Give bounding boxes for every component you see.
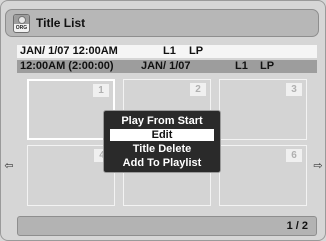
title-info-row-1: JAN/ 1/07 12:00AM L1 LP <box>17 45 317 58</box>
page-indicator: 1 / 2 <box>286 220 308 232</box>
menu-item-title-delete[interactable]: Title Delete <box>110 143 214 155</box>
title-thumbnail-4[interactable]: 4 <box>27 145 115 206</box>
recording-time-length: 12:00AM (2:00:00) <box>20 60 114 72</box>
recording-channel: L1 <box>235 60 248 72</box>
arrow-right-icon[interactable]: ⇨ <box>313 160 323 172</box>
title-list-screen: ORG Title List JAN/ 1/07 12:00AM L1 LP 1… <box>0 0 326 241</box>
title-number: 6 <box>286 149 302 162</box>
title-thumbnail-6[interactable]: 6 <box>219 145 307 206</box>
footer-bar: 1 / 2 <box>17 216 317 236</box>
title-bar: ORG Title List <box>5 9 319 37</box>
recording-mode: LP <box>260 60 275 72</box>
menu-item-add-to-playlist[interactable]: Add To Playlist <box>110 157 214 169</box>
title-thumbnail-1[interactable]: 1 <box>27 79 115 140</box>
title-number: 2 <box>190 83 206 96</box>
menu-item-play-from-start[interactable]: Play From Start <box>110 115 214 127</box>
recording-datetime: JAN/ 1/07 12:00AM <box>20 45 118 57</box>
page-title: Title List <box>36 16 86 30</box>
title-info-row-2: 12:00AM (2:00:00) JAN/ 1/07 L1 LP <box>17 60 317 73</box>
arrow-left-icon[interactable]: ⇦ <box>4 160 14 172</box>
recording-date: JAN/ 1/07 <box>141 60 191 72</box>
recording-channel: L1 <box>163 45 176 57</box>
title-options-menu: Play From Start Edit Title Delete Add To… <box>103 110 221 173</box>
org-label: ORG <box>15 25 28 31</box>
title-number: 3 <box>286 83 302 96</box>
menu-item-edit[interactable]: Edit <box>110 129 214 141</box>
recording-mode: LP <box>189 45 204 57</box>
title-thumbnail-3[interactable]: 3 <box>219 79 307 140</box>
title-number: 1 <box>93 84 109 97</box>
original-disc-icon: ORG <box>13 14 30 33</box>
